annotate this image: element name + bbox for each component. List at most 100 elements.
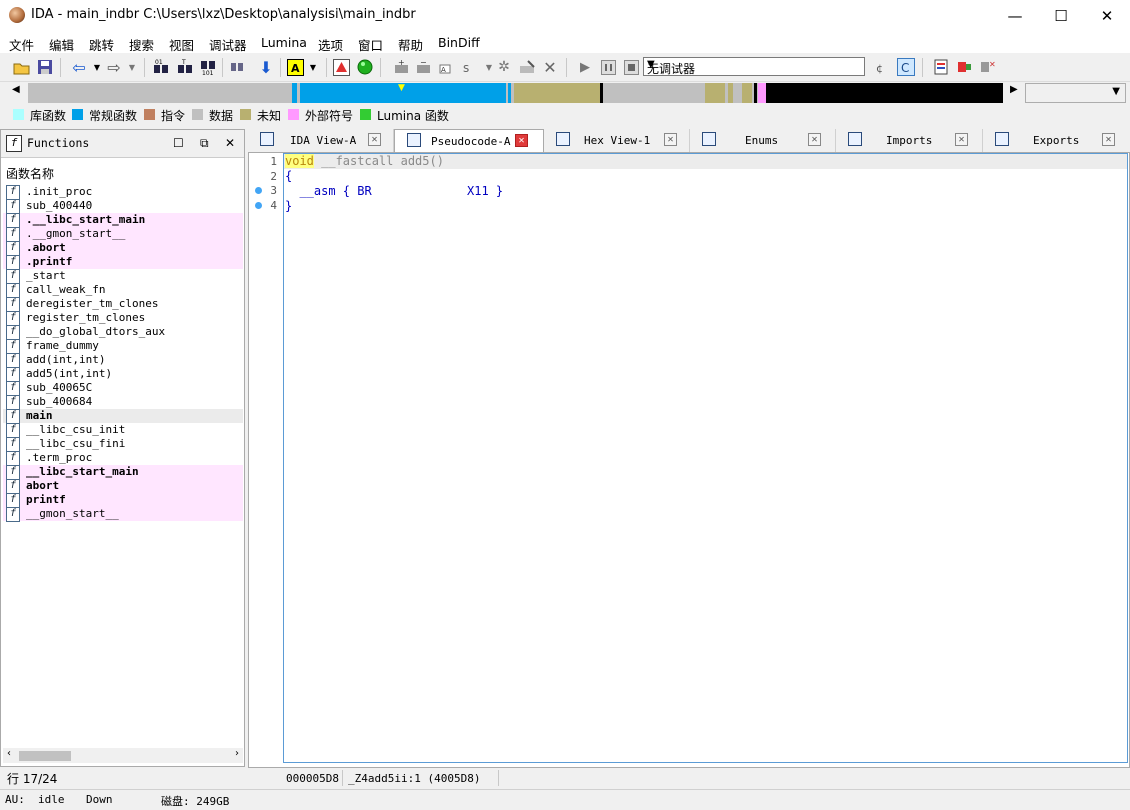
minimize-button[interactable]: — — [992, 0, 1038, 31]
close-tab-icon[interactable]: ✕ — [955, 133, 968, 146]
immediate-search-icon[interactable]: 101 — [199, 58, 217, 76]
code-line-3[interactable]: __asm { BR X11 } — [285, 184, 503, 198]
forward-arrow-icon[interactable]: ⇨ — [105, 58, 123, 77]
function-list-item[interactable]: f sub_400440 — [3, 199, 243, 214]
function-name-column-header[interactable]: 函数名称 — [6, 165, 54, 182]
undefine-icon[interactable]: ✲ — [495, 58, 513, 76]
jump-down-arrow-icon[interactable]: ⬇ — [257, 58, 275, 77]
trace-icon[interactable]: ¢ — [873, 58, 891, 76]
menu-options[interactable]: 选项 — [318, 35, 343, 54]
menu-search[interactable]: 搜索 — [129, 35, 154, 54]
create-function-icon[interactable]: + — [392, 58, 410, 76]
struct-icon[interactable]: s — [460, 58, 478, 76]
function-list-item[interactable]: f printf — [3, 493, 243, 508]
nav-combo[interactable]: ▼ — [1025, 83, 1126, 103]
tab-imports[interactable]: Imports ✕ — [836, 129, 983, 152]
code-line-4[interactable]: } — [285, 199, 292, 213]
close-tab-icon[interactable]: ✕ — [368, 133, 381, 146]
function-list-item[interactable]: f __libc_start_main — [3, 465, 243, 480]
delete-x-icon[interactable]: ✕ — [541, 58, 559, 77]
menu-view[interactable]: 视图 — [169, 35, 194, 54]
close-tab-icon[interactable]: ✕ — [808, 133, 821, 146]
maximize-button[interactable]: ☐ — [1038, 0, 1084, 31]
menu-debugger[interactable]: 调试器 — [209, 35, 247, 54]
code-line-1[interactable]: void __fastcall add5() — [285, 154, 444, 168]
tab-hex-view-1[interactable]: Hex View-1 ✕ — [544, 129, 690, 152]
rename-icon[interactable] — [518, 58, 536, 76]
nav-right-arrow-icon[interactable]: ▶ — [1010, 84, 1018, 95]
plugin-icon[interactable] — [955, 58, 973, 76]
pause-icon[interactable] — [599, 58, 617, 76]
tab-ida-view-a[interactable]: IDA View-A ✕ — [248, 129, 394, 152]
function-list-item[interactable]: f __gmon_start__ — [3, 507, 243, 522]
float-panel-icon[interactable]: ⧉ — [200, 136, 209, 151]
green-ball-icon[interactable] — [356, 58, 374, 76]
function-list-item[interactable]: f abort — [3, 479, 243, 494]
code-line-2[interactable]: { — [285, 169, 292, 183]
extra-tools-icon[interactable]: ✕ — [978, 58, 996, 76]
close-button[interactable]: ✕ — [1084, 0, 1130, 31]
define-string-icon[interactable]: A — [437, 58, 455, 76]
function-list-item[interactable]: f add5(int,int) — [3, 367, 243, 382]
menu-help[interactable]: 帮助 — [398, 35, 423, 54]
function-list-item[interactable]: f __libc_csu_fini — [3, 437, 243, 452]
function-list-item[interactable]: f .__libc_start_main — [3, 213, 243, 228]
graph-overview-icon[interactable] — [933, 58, 951, 76]
functions-horizontal-scrollbar[interactable]: ‹ › — [3, 748, 243, 763]
close-tab-icon[interactable]: ✕ — [664, 133, 677, 146]
code-area[interactable] — [283, 153, 1128, 763]
save-icon[interactable] — [36, 58, 54, 76]
function-list-item[interactable]: f _start — [3, 269, 243, 284]
menu-jump[interactable]: 跳转 — [89, 35, 114, 54]
menu-window[interactable]: 窗口 — [358, 35, 383, 54]
binary-search-icon[interactable]: 01 — [152, 58, 170, 76]
stop-icon[interactable] — [622, 58, 640, 76]
function-list-item[interactable]: f __libc_csu_init — [3, 423, 243, 438]
function-list-item[interactable]: f .printf — [3, 255, 243, 270]
function-list-item[interactable]: f frame_dummy — [3, 339, 243, 354]
function-list-item[interactable]: f .term_proc — [3, 451, 243, 466]
close-tab-icon[interactable]: ✕ — [1102, 133, 1115, 146]
play-icon[interactable]: ▶ — [576, 58, 594, 76]
scroll-right-icon[interactable]: › — [235, 748, 239, 759]
function-list-item[interactable]: f main — [3, 409, 243, 424]
svg-text:¢: ¢ — [876, 62, 883, 75]
function-list-item[interactable]: f .init_proc — [3, 185, 243, 200]
back-arrow-icon[interactable]: ⇦ — [70, 58, 88, 77]
function-list-item[interactable]: f call_weak_fn — [3, 283, 243, 298]
back-dropdown-icon[interactable]: ▼ — [88, 58, 106, 76]
function-list-item[interactable]: f .abort — [3, 241, 243, 256]
function-icon: f — [6, 395, 20, 410]
function-list-item[interactable]: f sub_40065C — [3, 381, 243, 396]
function-list-item[interactable]: f register_tm_clones — [3, 311, 243, 326]
nav-left-arrow-icon[interactable]: ◀ — [12, 84, 20, 95]
function-list-item[interactable]: f __do_global_dtors_aux — [3, 325, 243, 340]
scroll-left-icon[interactable]: ‹ — [7, 748, 11, 759]
text-color-dropdown-icon[interactable]: ▼ — [304, 58, 322, 76]
open-folder-icon[interactable] — [12, 58, 30, 76]
navigation-band[interactable]: ▼ — [28, 83, 1003, 103]
function-list-item[interactable]: f .__gmon_start__ — [3, 227, 243, 242]
function-list-item[interactable]: f add(int,int) — [3, 353, 243, 368]
text-color-icon[interactable]: A — [286, 58, 304, 76]
edit-function-icon[interactable]: − — [414, 58, 432, 76]
close-panel-icon[interactable]: ✕ — [225, 136, 235, 150]
search-next-icon[interactable] — [228, 58, 246, 76]
function-list-item[interactable]: f sub_400684 — [3, 395, 243, 410]
forward-dropdown-icon[interactable]: ▼ — [123, 58, 141, 76]
menu-file[interactable]: 文件 — [9, 35, 34, 54]
tab-exports[interactable]: Exports ✕ — [983, 129, 1130, 152]
function-list-item[interactable]: f deregister_tm_clones — [3, 297, 243, 312]
scrollbar-thumb[interactable] — [19, 751, 71, 761]
text-search-icon[interactable]: T — [176, 58, 194, 76]
decompile-icon[interactable]: C — [897, 58, 915, 76]
menu-bindiff[interactable]: BinDiff — [438, 35, 480, 50]
tab-enums[interactable]: Enums ✕ — [690, 129, 836, 152]
maximize-panel-icon[interactable]: ☐ — [173, 136, 184, 150]
tab-pseudocode-a[interactable]: Pseudocode-A ✕ — [394, 129, 544, 152]
menu-lumina[interactable]: Lumina — [261, 35, 307, 50]
menu-edit[interactable]: 编辑 — [49, 35, 74, 54]
warning-icon[interactable] — [332, 58, 350, 76]
debugger-select[interactable]: 无调试器 ▼ — [643, 57, 865, 76]
close-tab-icon[interactable]: ✕ — [515, 134, 528, 147]
